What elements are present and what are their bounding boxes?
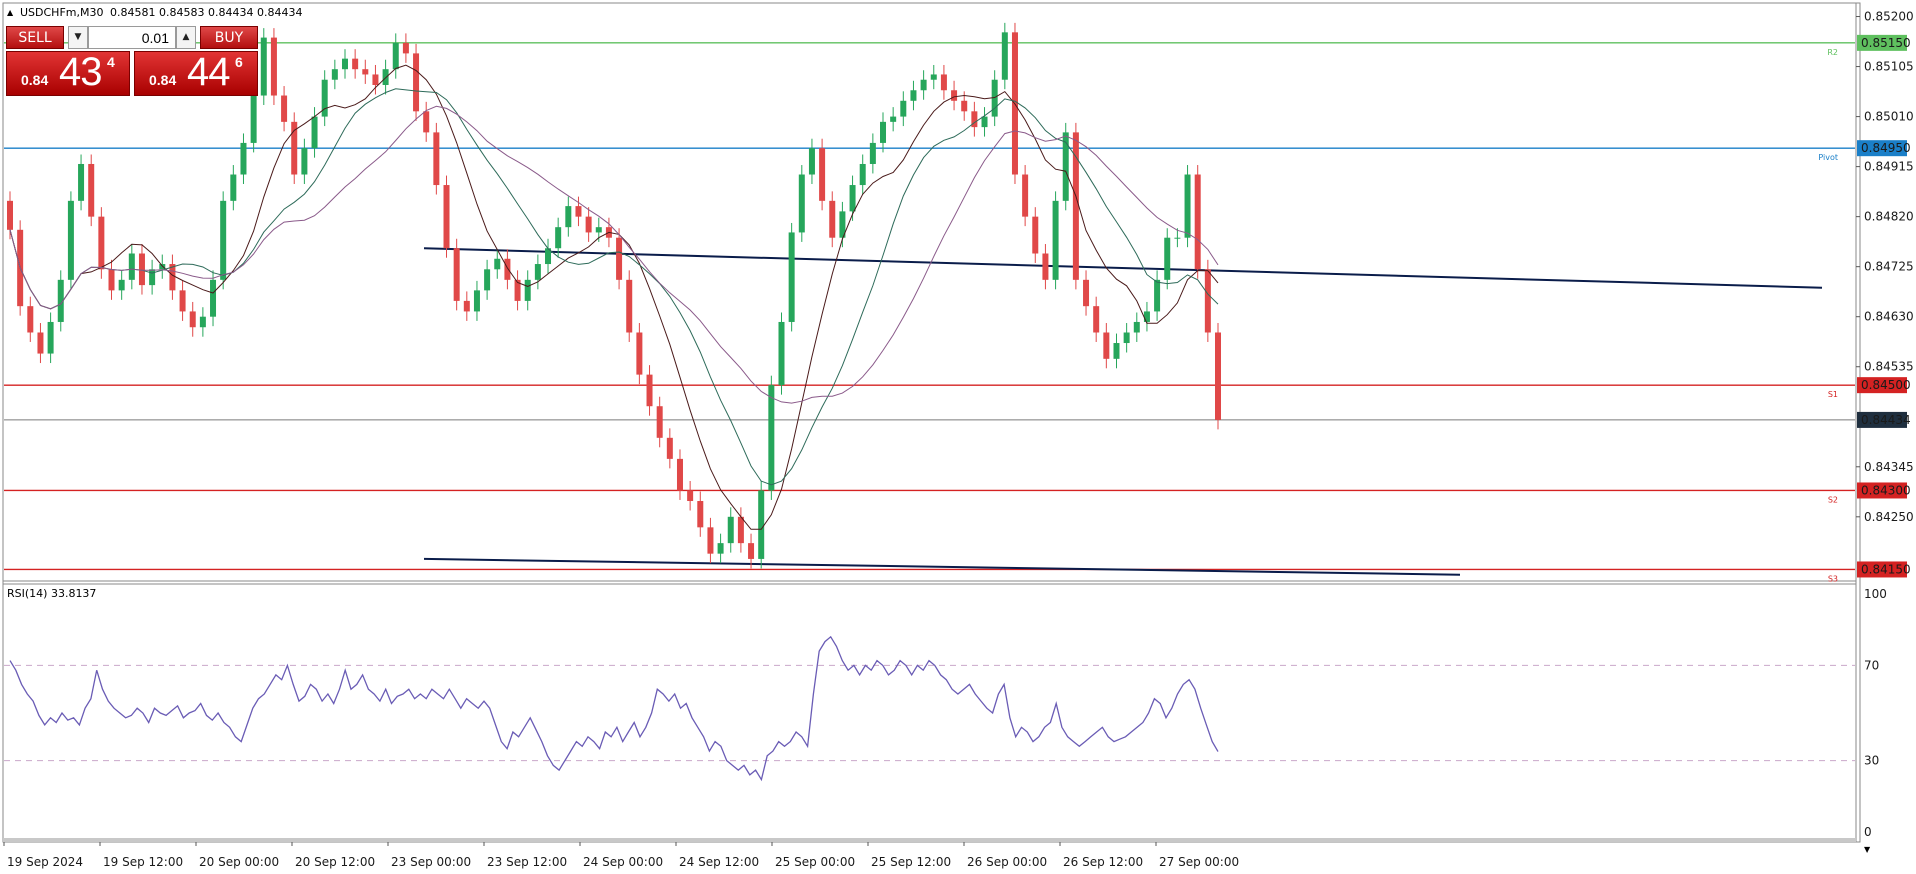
candle bbox=[1052, 191, 1059, 290]
buy-price-prefix: 0.84 bbox=[149, 72, 177, 88]
time-label: 20 Sep 00:00 bbox=[199, 855, 279, 869]
candle bbox=[768, 375, 775, 500]
price-tag-label: 0.84300 bbox=[1861, 483, 1911, 497]
sell-button[interactable]: SELL bbox=[6, 26, 64, 49]
price-tick-label: 0.85105 bbox=[1864, 60, 1914, 74]
time-label: 25 Sep 12:00 bbox=[871, 855, 951, 869]
ohlc-values: 0.84581 0.84583 0.84434 0.84434 bbox=[110, 6, 302, 19]
candle bbox=[758, 480, 765, 569]
one-click-trading-panel: SELL ▼ ▲ BUY 0.84 43 4 0.84 44 6 bbox=[6, 26, 258, 96]
price-tag-label: 0.84500 bbox=[1861, 378, 1911, 392]
sell-price-button[interactable]: 0.84 43 4 bbox=[6, 50, 130, 96]
candle bbox=[433, 122, 440, 195]
price-tick-label: 0.84630 bbox=[1864, 310, 1914, 324]
candle bbox=[798, 165, 805, 242]
buy-price-main: 44 bbox=[187, 50, 230, 94]
pivot-label: Pivot bbox=[1818, 153, 1838, 162]
time-axis: 19 Sep 2024 19 Sep 12:00 20 Sep 00:00 20 Se… bbox=[3, 842, 1239, 869]
candle bbox=[1204, 259, 1211, 342]
time-label: 20 Sep 12:00 bbox=[295, 855, 375, 869]
time-label: 19 Sep 2024 bbox=[7, 855, 83, 869]
buy-price-button[interactable]: 0.84 44 6 bbox=[134, 50, 258, 96]
price-tick-label: 0.84345 bbox=[1864, 460, 1914, 474]
price-tick-label: 0.84915 bbox=[1864, 160, 1914, 174]
candle bbox=[443, 175, 450, 258]
candle bbox=[1072, 122, 1079, 290]
chart-window[interactable]: ▲ USDCHFm,M30 0.84581 0.84583 0.84434 0.… bbox=[0, 0, 1916, 874]
candle bbox=[270, 28, 277, 106]
price-tag-label: 0.85150 bbox=[1861, 36, 1911, 50]
pivot-label: S1 bbox=[1828, 390, 1838, 399]
chart-frame bbox=[2, 2, 1861, 843]
candle bbox=[788, 222, 795, 332]
volume-increase-icon[interactable]: ▲ bbox=[176, 26, 196, 49]
candle bbox=[819, 138, 826, 211]
time-label: 26 Sep 12:00 bbox=[1063, 855, 1143, 869]
pivot-label: S3 bbox=[1828, 574, 1838, 583]
rsi-level-label: 100 bbox=[1864, 587, 1887, 601]
price-tag-label: 0.84950 bbox=[1861, 141, 1911, 155]
price-tick-label: 0.85200 bbox=[1864, 10, 1914, 24]
candle bbox=[291, 112, 298, 184]
volume-decrease-icon[interactable]: ▼ bbox=[68, 26, 88, 49]
buy-price-pip: 6 bbox=[235, 54, 243, 70]
time-label: 26 Sep 00:00 bbox=[967, 855, 1047, 869]
candle bbox=[67, 191, 74, 290]
price-tick-label: 0.85010 bbox=[1864, 110, 1914, 124]
price-tag-label: 0.84150 bbox=[1861, 562, 1911, 576]
time-label: 23 Sep 12:00 bbox=[487, 855, 567, 869]
price-tag-label: 0.84434 bbox=[1861, 413, 1911, 427]
pivot-label: S2 bbox=[1828, 495, 1838, 504]
buy-button[interactable]: BUY bbox=[200, 26, 258, 49]
price-tick-label: 0.84820 bbox=[1864, 210, 1914, 224]
candle bbox=[1215, 323, 1221, 430]
rsi-caption: RSI(14) 33.8137 bbox=[7, 587, 96, 600]
time-label: 25 Sep 00:00 bbox=[775, 855, 855, 869]
candle bbox=[1194, 165, 1201, 279]
candle bbox=[778, 312, 785, 395]
time-label: 24 Sep 00:00 bbox=[583, 855, 663, 869]
rsi-level-label: 30 bbox=[1864, 754, 1879, 768]
sell-price-prefix: 0.84 bbox=[21, 72, 49, 88]
candle bbox=[88, 154, 95, 227]
pivot-label: R2 bbox=[1827, 48, 1838, 57]
candle bbox=[453, 238, 460, 311]
time-label: 19 Sep 12:00 bbox=[103, 855, 183, 869]
time-label: 23 Sep 00:00 bbox=[391, 855, 471, 869]
price-tick-label: 0.84250 bbox=[1864, 510, 1914, 524]
symbol-caption: USDCHFm,M30 bbox=[20, 6, 103, 19]
candle bbox=[260, 28, 267, 106]
price-tick-label: 0.84535 bbox=[1864, 360, 1914, 374]
candle bbox=[626, 270, 633, 342]
rsi-level-label: 70 bbox=[1864, 658, 1879, 672]
bottom-scrollbar[interactable] bbox=[3, 838, 1856, 842]
axis-scroll-icon[interactable]: ▼ bbox=[1864, 845, 1871, 854]
sell-price-pip: 4 bbox=[107, 54, 115, 70]
time-label: 27 Sep 00:00 bbox=[1159, 855, 1239, 869]
rsi-level-label: 0 bbox=[1864, 825, 1872, 839]
candle bbox=[1001, 22, 1008, 90]
sell-price-main: 43 bbox=[59, 50, 102, 94]
candle bbox=[413, 43, 420, 121]
price-axis: 0.85200 0.85105 0.85010 0.84915 0.84820 0.847… bbox=[1856, 10, 1914, 524]
price-tick-label: 0.84725 bbox=[1864, 260, 1914, 274]
collapse-triangle-icon[interactable]: ▲ bbox=[7, 8, 14, 17]
volume-input[interactable] bbox=[88, 26, 176, 49]
time-label: 24 Sep 12:00 bbox=[679, 855, 759, 869]
